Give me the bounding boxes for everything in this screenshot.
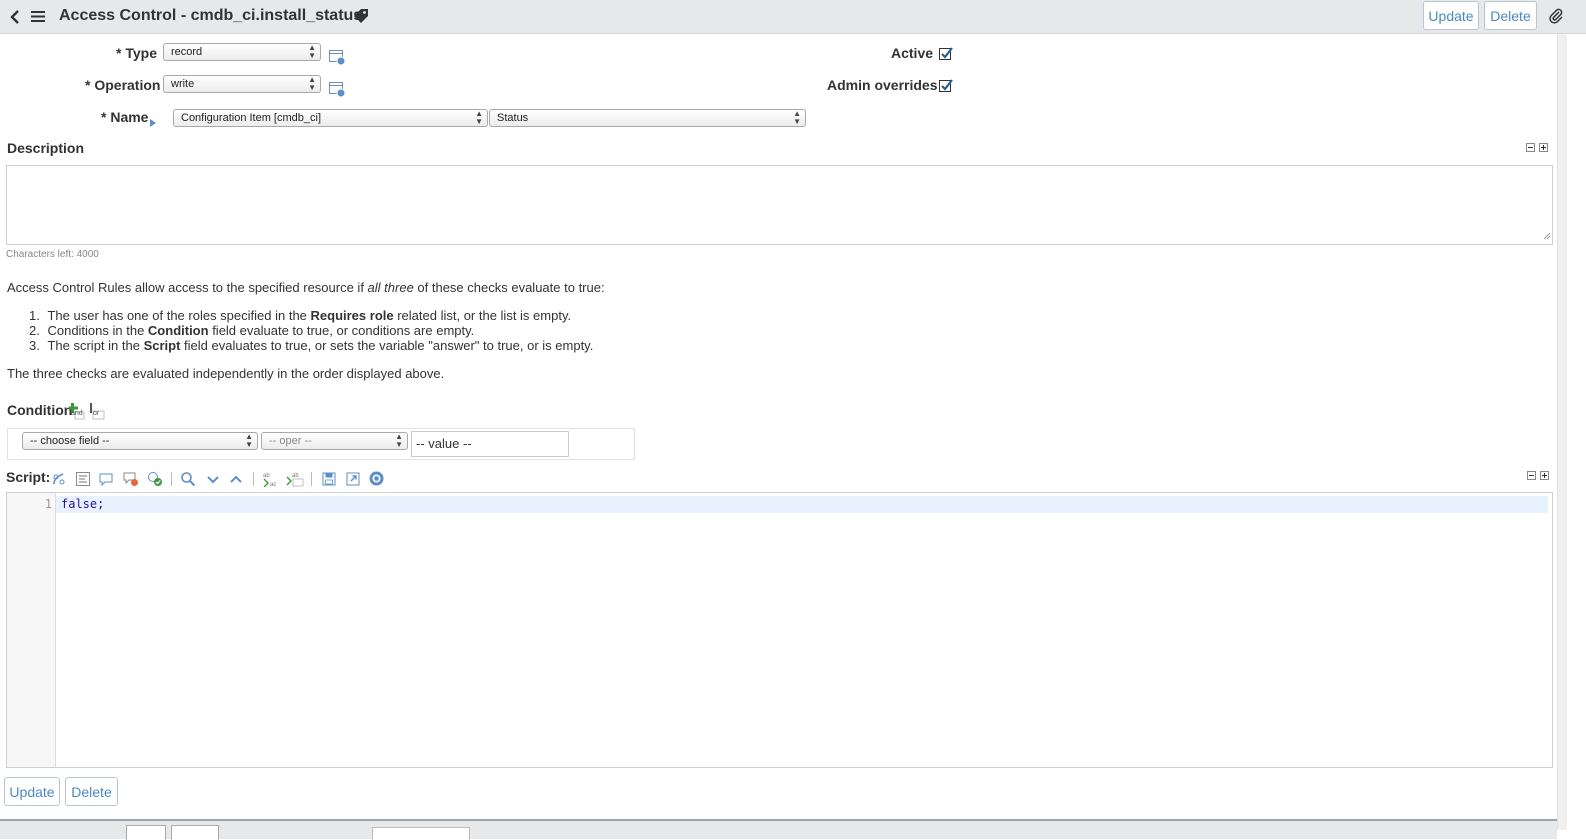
toolbar-divider [253,472,254,486]
expand-icon[interactable] [1539,140,1548,155]
update-button[interactable]: Update [4,777,60,806]
description-textarea[interactable] [6,165,1553,245]
type-select[interactable]: record ▲ ▼ [163,43,321,61]
select-arrows-icon: ▲ ▼ [308,75,316,92]
check-syntax-icon[interactable] [147,471,163,487]
active-line-highlight [56,496,1548,513]
info-intro: Access Control Rules allow access to the… [7,280,605,295]
script-autocomplete-icon[interactable] [51,471,67,487]
toolbar-divider [311,472,312,486]
admin-overrides-checkbox[interactable] [939,79,953,92]
help-icon[interactable] [368,470,384,486]
value-input[interactable]: -- value -- [411,431,569,457]
name-field-select[interactable]: Status ▲ ▼ [489,109,806,127]
delete-button[interactable]: Delete [65,777,118,806]
related-list-bar [0,819,1557,840]
info-list-item: 2. Conditions in the Condition field eva… [29,323,475,338]
table-reference-icon[interactable] [329,50,346,66]
operator-select[interactable]: -- oper -- ▲ ▼ [261,432,408,450]
header-update-button[interactable]: Update [1423,1,1479,30]
search-icon[interactable] [180,471,196,487]
or-label: or [93,410,100,417]
page-title: Access Control - cmdb_ci.install_status [59,7,363,24]
save-icon[interactable] [321,471,337,487]
info-list-item: 1. The user has one of the roles specifi… [29,308,572,323]
header-delete-button[interactable]: Delete [1484,1,1537,30]
menu-icon[interactable] [31,10,45,26]
choose-field-select[interactable]: -- choose field -- ▲ ▼ [22,432,258,450]
select-arrows-icon: ▲ ▼ [308,43,316,60]
code-line: false; [61,497,105,511]
related-list-control[interactable] [171,825,219,840]
characters-left: Characters left: 4000 [6,249,99,260]
active-checkbox[interactable] [939,47,953,60]
toolbar-divider [171,472,172,486]
script-label: Script: [6,469,51,485]
select-arrows-icon: ▲ ▼ [395,432,403,449]
collapse-icon[interactable] [1527,468,1536,483]
active-label: Active [891,45,934,61]
full-screen-icon[interactable] [345,471,361,487]
name-label: * Name [101,109,149,125]
form-header: Access Control - cmdb_ci.install_status … [0,0,1586,34]
info-footer: The three checks are evaluated independe… [7,366,445,381]
expand-icon[interactable] [1540,468,1549,483]
description-label: Description [7,140,85,156]
svg-text:ab: ab [263,473,270,479]
script-editor[interactable]: 1 false; [6,492,1553,768]
name-table-select[interactable]: Configuration Item [cmdb_ci] ▲ ▼ [173,109,488,127]
svg-text:ab: ab [292,473,299,479]
related-list-control[interactable] [372,827,470,840]
and-label: and [71,410,83,417]
select-arrows-icon: ▲ ▼ [245,432,253,449]
related-list-control[interactable] [126,825,166,840]
resize-handle-icon[interactable] [1543,228,1551,243]
back-icon[interactable] [9,9,21,28]
select-arrows-icon: ▲ ▼ [793,109,801,126]
operation-select[interactable]: write ▲ ▼ [163,75,321,93]
admin-overrides-label: Admin overrides [827,77,938,93]
scrollbar[interactable] [1557,34,1567,830]
line-number: 1 [44,497,52,511]
checkmark-icon [941,47,953,59]
select-arrows-icon: ▲ ▼ [475,109,483,126]
replace-icon[interactable]: ab ac [262,471,278,488]
find-previous-icon[interactable] [228,471,244,487]
operation-label: * Operation [85,77,161,93]
uncomment-icon[interactable] [123,471,139,487]
condition-label: Condition [7,402,73,418]
info-list-item: 3. The script in the Script field evalua… [29,338,594,353]
find-next-icon[interactable] [205,471,221,487]
format-code-icon[interactable] [75,471,91,487]
tag-icon[interactable] [353,8,369,27]
line-gutter [7,493,56,767]
type-label: * Type [116,45,157,61]
collapse-icon[interactable] [1526,140,1535,155]
expand-arrow-icon[interactable] [149,116,157,131]
attachment-icon[interactable] [1548,8,1564,27]
comment-icon[interactable] [98,471,114,487]
svg-text:ac: ac [270,482,276,487]
table-reference-icon[interactable] [329,82,346,98]
replace-all-icon[interactable]: ab [286,471,304,487]
checkmark-icon [941,79,953,91]
